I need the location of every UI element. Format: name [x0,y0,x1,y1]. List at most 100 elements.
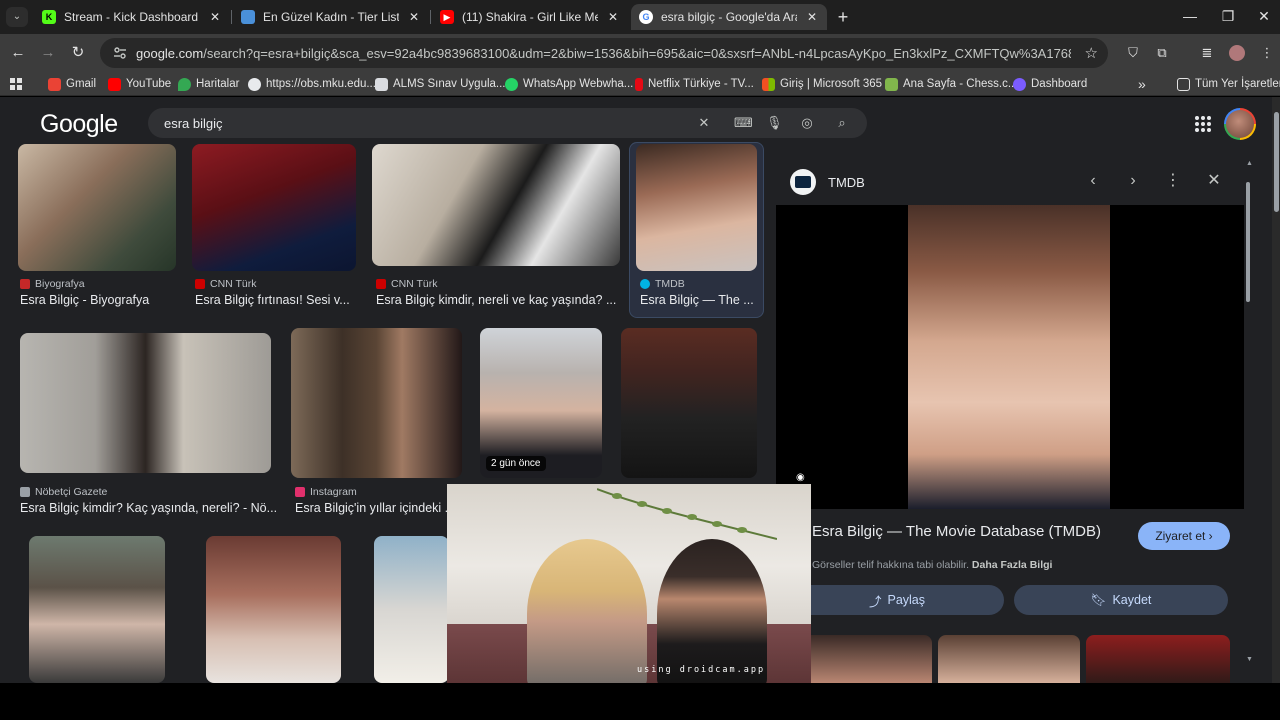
bookmark-chess[interactable]: Ana Sayfa - Chess.c... [885,76,1017,92]
source-name: Biyografya [35,278,85,290]
keyboard-icon[interactable]: ⌨ [734,115,753,131]
tab-title: (11) Shakira - Girl Like Me (Ao V [462,10,598,24]
result-image[interactable] [621,328,757,478]
google-icon: G [639,10,653,24]
next-arrow-icon[interactable]: › [1123,171,1143,191]
back-button[interactable]: ← [8,43,28,63]
tab-youtube[interactable]: ▶ (11) Shakira - Girl Like Me (Ao V ✕ [432,4,628,30]
result-image[interactable] [20,333,271,473]
tab-search-button[interactable]: ⌄ [6,7,28,27]
visit-button[interactable]: Ziyaret et › [1138,522,1230,550]
search-input[interactable] [164,115,684,131]
bookmark-alms[interactable]: ALMS Sınav Uygula... [375,76,506,92]
learn-more-link[interactable]: Daha Fazla Bilgi [972,559,1053,571]
bookmark-obs[interactable]: https://obs.mku.edu... [248,76,376,92]
copyright-note: Görseller telif hakkına tabi olabilir. D… [812,559,1052,571]
tab-tierlist[interactable]: En Güzel Kadın - Tier List, Kör S ✕ [233,4,429,30]
reload-button[interactable]: ↻ [68,43,88,63]
browser-menu-icon[interactable]: ⋮ [1258,44,1276,62]
result-title[interactable]: Esra Bilgiç — The ... [640,293,758,307]
profile-avatar-icon[interactable] [1228,44,1246,62]
panel-scroll-thumb[interactable] [1246,182,1250,302]
google-logo[interactable]: Google [40,110,118,139]
google-apps-icon[interactable] [1194,115,1212,133]
share-icon: ⤴ [868,594,882,609]
result-source: CNN Türk [376,278,437,290]
extensions-puzzle-icon[interactable]: ⧉ [1153,44,1171,62]
tab-google-search[interactable]: G esra bilgiç - Google'da Ara ✕ [631,4,827,30]
account-avatar[interactable] [1224,108,1256,140]
apps-grid-icon[interactable] [10,76,22,92]
result-title[interactable]: Esra Bilgiç - Biyografya [20,293,180,307]
result-image[interactable] [206,536,341,683]
preview-image-frame [776,205,1244,509]
bookmark-label: Tüm Yer İşaretleri [1195,78,1280,90]
result-source: Nöbetçi Gazete [20,486,107,498]
page-scroll-thumb[interactable] [1274,112,1279,212]
address-bar[interactable]: google.com/search?q=esra+bilgiç&sca_esv=… [100,38,1108,68]
bookmark-gmail[interactable]: Gmail [48,76,96,92]
close-panel-icon[interactable]: ✕ [1204,171,1224,191]
related-image[interactable] [938,635,1080,683]
panel-site-name[interactable]: TMDB [828,175,865,190]
bookmark-label: Gmail [66,78,97,90]
close-icon[interactable]: ✕ [805,10,819,24]
result-title[interactable]: Esra Bilgiç'in yıllar içindeki ... [295,501,447,515]
bookmark-star-icon[interactable]: ☆ [1085,44,1098,62]
result-image[interactable] [29,536,165,683]
preview-image[interactable] [908,205,1110,509]
media-control-icon[interactable]: ≣ [1198,44,1216,62]
bookmarks-more-button[interactable]: » [1138,76,1146,92]
result-image[interactable] [372,144,620,266]
bookmark-microsoft365[interactable]: Giriş | Microsoft 365 [762,76,882,92]
related-image[interactable] [1086,635,1230,683]
browser-toolbar: ← → ↻ google.com/search?q=esra+bilgiç&sc… [0,34,1280,72]
clear-icon[interactable]: ✕ [696,115,712,131]
bookmark-youtube[interactable]: YouTube [108,76,171,92]
share-button[interactable]: ⤴ Paylaş [790,585,1004,615]
tab-kick[interactable]: K Stream - Kick Dashboard ✕ [34,4,230,30]
webcam-overlay: using droidcam.app [447,484,811,689]
result-image[interactable] [291,328,462,478]
save-button[interactable]: 🔖︎ Kaydet [1014,585,1228,615]
ivy-decoration [597,488,777,540]
search-icon[interactable]: ⌕ [834,115,850,131]
site-settings-icon[interactable] [112,45,128,61]
result-title[interactable]: Esra Bilgiç fırtınası! Sesi v... [195,293,360,307]
url-host: google.com [136,45,204,61]
more-options-icon[interactable]: ⋮ [1163,171,1183,191]
chevron-more-icon: » [1138,76,1146,92]
forward-button[interactable]: → [38,43,58,63]
result-image[interactable] [374,536,449,683]
bookmark-label: Haritalar [196,78,240,90]
panel-title[interactable]: Esra Bilgiç — The Movie Database (TMDB) [812,523,1101,540]
result-title[interactable]: Esra Bilgiç kimdir? Kaç yaşında, nereli?… [20,501,278,515]
previous-arrow-icon[interactable]: ‹ [1083,171,1103,191]
bookmark-netflix[interactable]: Netflix Türkiye - TV... [635,76,754,92]
result-image[interactable] [192,144,356,271]
scroll-down-icon[interactable]: ▼ [1246,656,1253,664]
bookmark-whatsapp[interactable]: WhatsApp Webwha... [505,76,633,92]
panel-scrollbar[interactable]: ▲ ▼ [1245,160,1253,670]
window-close-button[interactable]: ✕ [1255,8,1273,25]
close-icon[interactable]: ✕ [208,10,222,24]
all-bookmarks-folder[interactable]: Tüm Yer İşaretleri [1177,76,1280,92]
close-icon[interactable]: ✕ [606,10,620,24]
result-title[interactable]: Esra Bilgiç kimdir, nereli ve kaç yaşınd… [376,293,621,307]
close-icon[interactable]: ✕ [407,10,421,24]
shield-extension-icon[interactable]: ⛉ [1124,44,1142,62]
bookmark-maps[interactable]: Haritalar [178,76,239,92]
lens-camera-icon[interactable]: ◎ [799,115,815,131]
bookmark-label: Ana Sayfa - Chess.c... [903,78,1018,90]
result-image[interactable] [636,144,757,271]
result-image[interactable] [18,144,176,271]
minimize-button[interactable]: — [1181,8,1199,24]
restore-button[interactable]: ❐ [1219,8,1237,25]
microphone-icon[interactable]: 🎙 [766,115,783,131]
source-favicon-icon [20,279,30,289]
tmdb-logo-icon[interactable] [790,169,816,195]
scroll-up-icon[interactable]: ▲ [1246,160,1253,168]
related-image[interactable] [790,635,932,683]
bookmark-dashboard[interactable]: Dashboard [1013,76,1087,92]
new-tab-button[interactable]: + [834,8,852,26]
